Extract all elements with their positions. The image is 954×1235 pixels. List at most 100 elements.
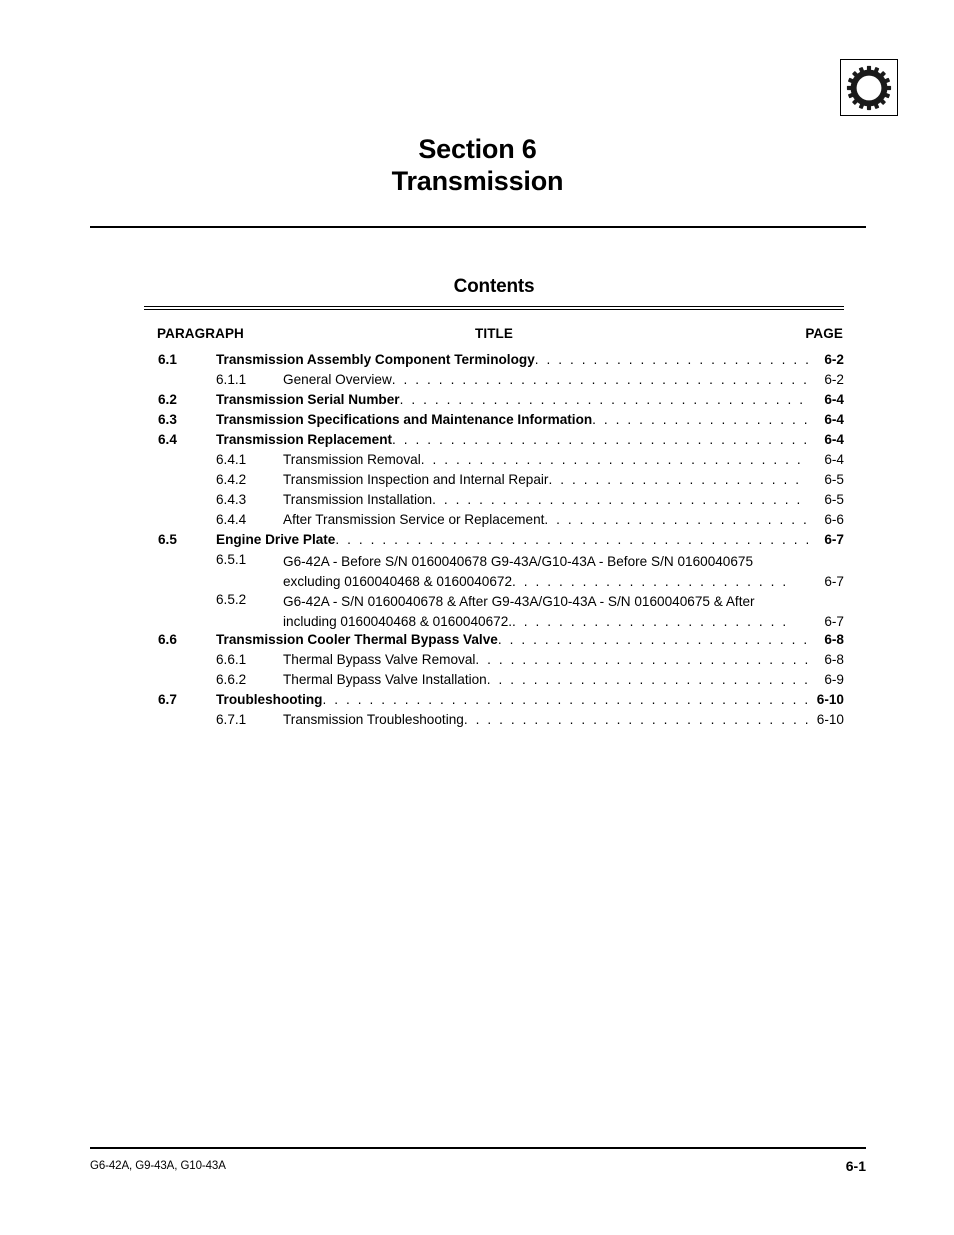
toc-entry-page: 6-10 [816, 712, 844, 727]
toc-dot-leader [322, 692, 808, 707]
toc-entry-page: 6-4 [824, 392, 844, 407]
page-title: Section 6 Transmission [90, 133, 865, 197]
toc-dot-leader [592, 412, 808, 427]
toc-row[interactable]: 6.4.1 Transmission Removal 6-4 [144, 452, 844, 472]
toc-row[interactable]: 6.4.2 Transmission Inspection and Interna… [144, 472, 844, 492]
toc-entry-number: 6.3 [158, 412, 177, 427]
toc-entry-title: Transmission Cooler Thermal Bypass Valve [216, 632, 498, 647]
toc-entry-number: 6.2 [158, 392, 177, 407]
toc-row[interactable]: 6.7 Troubleshooting 6-10 [144, 692, 844, 712]
toc-row[interactable]: 6.4.3 Transmission Installation 6-5 [144, 492, 844, 512]
toc-row[interactable]: 6.6.2 Thermal Bypass Valve Installation 6-… [144, 672, 844, 692]
toc-entry-title-line2-row: including 0160040468 & 0160040672. 6-7 [283, 612, 844, 632]
toc-entry-page: 6-2 [824, 352, 844, 367]
toc-entry-title: Transmission Replacement [216, 432, 393, 447]
section-label: Section 6 [418, 134, 537, 164]
toc-entry-page: 6-10 [816, 692, 844, 707]
toc-dot-leader [400, 392, 808, 407]
toc-entry-body: Transmission Assembly Component Terminol… [216, 352, 844, 367]
toc-entry-number: 6.1 [158, 352, 177, 367]
toc-entry-title: Troubleshooting [216, 692, 323, 707]
toc-entry-title-line1: G6-42A - S/N 0160040678 & After G9-43A/G… [283, 594, 755, 609]
toc-entry-page: 6-4 [824, 452, 844, 467]
toc-row[interactable]: 6.5.1 G6-42A - Before S/N 0160040678 G9-4… [144, 552, 844, 592]
toc-entry-title: Engine Drive Plate [216, 532, 336, 547]
toc-entry-body: Transmission Replacement 6-4 [216, 432, 844, 447]
toc-entry-page: 6-4 [824, 432, 844, 447]
toc-dot-leader [512, 572, 790, 592]
toc-dot-leader [475, 652, 808, 667]
toc-dot-leader [548, 472, 808, 487]
toc-entry-title-line2-row: excluding 0160040468 & 0160040672 6-7 [283, 572, 844, 592]
toc-entry-page: 6-8 [824, 632, 844, 647]
toc-row[interactable]: 6.1.1 General Overview 6-2 [144, 372, 844, 392]
toc-row[interactable]: 6.5 Engine Drive Plate 6-7 [144, 532, 844, 552]
toc-entry-page: 6-7 [824, 574, 844, 589]
toc-entry-number: 6.1.1 [216, 372, 247, 387]
toc-entry-page: 6-9 [824, 672, 844, 687]
gear-badge [840, 59, 898, 116]
toc-entry-body: Thermal Bypass Valve Installation 6-9 [283, 672, 844, 687]
toc-entry-title: After Transmission Service or Replacemen… [283, 512, 545, 527]
toc-row[interactable]: 6.4 Transmission Replacement 6-4 [144, 432, 844, 452]
contents-heading: Contents [453, 276, 535, 297]
toc-entry-number: 6.4.1 [216, 452, 247, 467]
toc-entry-number: 6.5.2 [216, 592, 247, 607]
footer-page-number: 6-1 [845, 1158, 866, 1174]
toc-entry-page: 6-8 [824, 652, 844, 667]
toc-entry-page: 6-7 [824, 614, 844, 629]
toc-dot-leader [432, 492, 808, 507]
footer-divider [90, 1147, 866, 1149]
toc-entry-body: Transmission Installation 6-5 [283, 492, 844, 507]
toc-dot-leader [464, 712, 808, 727]
toc-entry-number: 6.5.1 [216, 552, 247, 567]
toc-entry-number: 6.6 [158, 632, 177, 647]
contents-divider [144, 306, 844, 310]
toc-row[interactable]: 6.2 Transmission Serial Number 6-4 [144, 392, 844, 412]
toc-row[interactable]: 6.5.2 G6-42A - S/N 0160040678 & After G9-… [144, 592, 844, 632]
toc-entry-body: Transmission Serial Number 6-4 [216, 392, 844, 407]
toc-entry-body: G6-42A - Before S/N 0160040678 G9-43A/G1… [283, 552, 844, 592]
toc-entry-page: 6-5 [824, 472, 844, 487]
toc-dot-leader [392, 372, 808, 387]
title-divider [90, 226, 866, 228]
toc-entry-title: Thermal Bypass Valve Installation [283, 672, 487, 687]
column-header-title: TITLE [475, 326, 513, 341]
footer-models: G6-42A, G9-43A, G10-43A [90, 1160, 226, 1172]
toc-row[interactable]: 6.7.1 Transmission Troubleshooting 6-10 [144, 712, 844, 732]
toc-entry-page: 6-6 [824, 512, 844, 527]
toc-entry-body: General Overview 6-2 [283, 372, 844, 387]
toc-dot-leader [498, 632, 808, 647]
toc-row[interactable]: 6.4.4 After Transmission Service or Repla… [144, 512, 844, 532]
toc-entry-title: Transmission Troubleshooting [283, 712, 464, 727]
toc-column-headers: PARAGRAPH TITLE PAGE [144, 326, 844, 344]
toc-row[interactable]: 6.6 Transmission Cooler Thermal Bypass Va… [144, 632, 844, 652]
toc-entry-title: Thermal Bypass Valve Removal [283, 652, 476, 667]
toc-dot-leader [487, 672, 808, 687]
toc-row[interactable]: 6.1 Transmission Assembly Component Termi… [144, 352, 844, 372]
toc-entry-number: 6.6.1 [216, 652, 247, 667]
toc-dot-leader [535, 352, 808, 367]
toc-dot-leader [544, 512, 808, 527]
toc-entry-number: 6.4.2 [216, 472, 247, 487]
toc-entry-title-line1: G6-42A - Before S/N 0160040678 G9-43A/G1… [283, 554, 754, 569]
column-header-page: PAGE [805, 326, 843, 341]
toc-row[interactable]: 6.6.1 Thermal Bypass Valve Removal 6-8 [144, 652, 844, 672]
toc-entry-page: 6-4 [824, 412, 844, 427]
toc-entry-body: Transmission Inspection and Internal Rep… [283, 472, 844, 487]
toc-entry-number: 6.7.1 [216, 712, 247, 727]
toc-entry-title: Transmission Removal [283, 452, 421, 467]
toc-entry-number: 6.4 [158, 432, 177, 447]
toc-entry-page: 6-7 [824, 532, 844, 547]
toc-entry-title: Transmission Inspection and Internal Rep… [283, 472, 549, 487]
toc-row[interactable]: 6.3 Transmission Specifications and Maint… [144, 412, 844, 432]
toc-dot-leader [512, 612, 790, 632]
toc-entry-title: Transmission Specifications and Maintena… [216, 412, 593, 427]
toc-entry-number: 6.6.2 [216, 672, 247, 687]
toc-entry-page: 6-5 [824, 492, 844, 507]
table-of-contents: 6.1 Transmission Assembly Component Termi… [144, 352, 844, 732]
toc-entry-body: Thermal Bypass Valve Removal 6-8 [283, 652, 844, 667]
toc-entry-body: G6-42A - S/N 0160040678 & After G9-43A/G… [283, 592, 844, 632]
toc-dot-leader [392, 432, 808, 447]
toc-entry-title-line2: excluding 0160040468 & 0160040672 [283, 574, 513, 589]
